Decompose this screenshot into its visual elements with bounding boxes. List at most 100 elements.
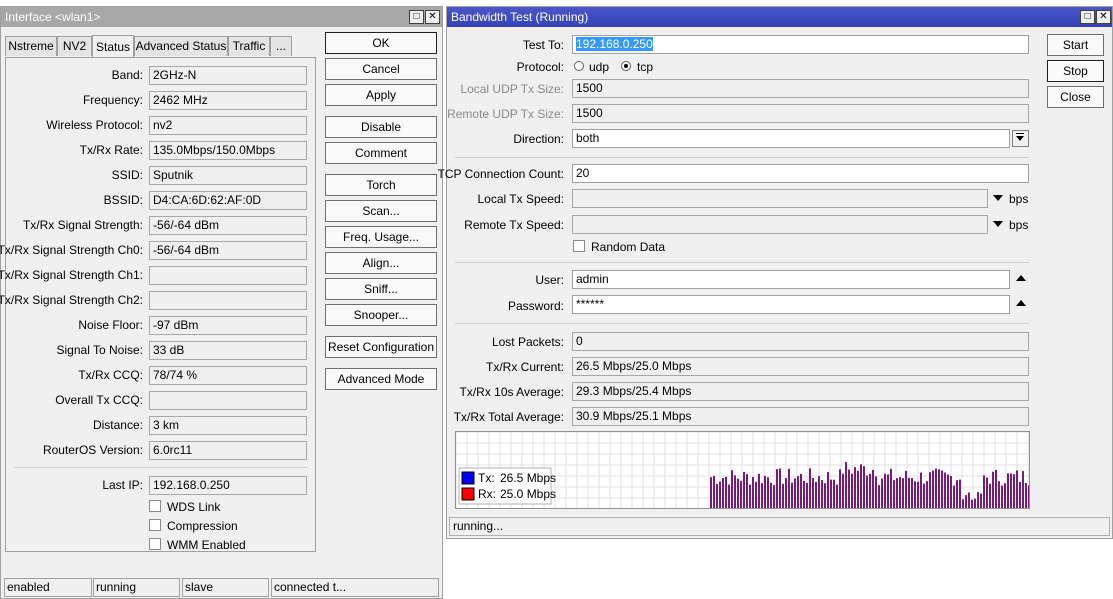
test-to-input[interactable]: 192.168.0.250: [572, 35, 1029, 54]
tx-legend-value: 26.5 Mbps: [500, 471, 556, 485]
scan-button[interactable]: Scan...: [325, 200, 437, 222]
rx-legend-swatch: [461, 487, 475, 501]
ssid-label: SSID:: [111, 168, 143, 182]
interface-window: Interface <wlan1> □ ✕ Nstreme NV2 Status…: [0, 6, 443, 599]
direction-dropdown-icon[interactable]: [1012, 130, 1029, 147]
traffic-bar: [1025, 482, 1027, 508]
interface-window-title: Interface <wlan1>: [5, 10, 101, 24]
section-divider-2: [455, 262, 1029, 263]
sniff-button[interactable]: Sniff...: [325, 278, 437, 300]
random-data-checkbox[interactable]: [573, 240, 585, 252]
traffic-bar: [800, 473, 802, 508]
txrx-10s-average-value: 29.3 Mbps/25.4 Mbps: [572, 382, 1029, 401]
compression-checkbox[interactable]: [149, 519, 161, 531]
traffic-bar: [920, 472, 922, 508]
traffic-bar: [809, 468, 811, 508]
traffic-bar: [1022, 471, 1024, 508]
reset-configuration-button[interactable]: Reset Configuration: [325, 336, 437, 358]
traffic-bar: [818, 476, 820, 508]
traffic-bar: [959, 479, 961, 508]
udp-radio[interactable]: [574, 61, 584, 71]
signal-strength-ch2-value: [149, 291, 307, 310]
tab-more[interactable]: ...: [270, 36, 292, 56]
traffic-bar: [716, 483, 718, 508]
remote-tx-speed-input[interactable]: [572, 215, 988, 234]
user-input[interactable]: admin: [572, 270, 1010, 289]
traffic-bar: [914, 481, 916, 508]
test-to-label: Test To:: [522, 38, 564, 52]
traffic-bar: [866, 475, 868, 508]
signal-to-noise-value: 33 dB: [149, 341, 307, 360]
traffic-bar: [947, 474, 949, 508]
remote-udp-tx-size-value: 1500: [572, 104, 1029, 123]
txrx-total-average-label: Tx/Rx Total Average:: [453, 410, 564, 424]
bandwidth-test-title: Bandwidth Test (Running): [451, 10, 589, 24]
traffic-bar: [1007, 473, 1009, 508]
signal-strength-ch2-label: Tx/Rx Signal Strength Ch2:: [0, 293, 143, 307]
wds-link-checkbox[interactable]: [149, 500, 161, 512]
minimize-button[interactable]: □: [409, 10, 424, 24]
direction-select[interactable]: both: [572, 129, 1010, 148]
direction-label: Direction:: [513, 132, 564, 146]
freq-usage-button[interactable]: Freq. Usage...: [325, 226, 437, 248]
traffic-bar: [983, 475, 985, 508]
traffic-bar: [791, 482, 793, 508]
stop-button[interactable]: Stop: [1047, 60, 1104, 82]
tab-status[interactable]: Status: [92, 35, 134, 57]
minimize-button[interactable]: □: [1080, 10, 1095, 24]
traffic-bar: [782, 483, 784, 508]
traffic-bar: [815, 481, 817, 508]
user-collapse-icon[interactable]: [1016, 275, 1026, 281]
traffic-bar: [740, 480, 742, 508]
signal-strength-value: -56/-64 dBm: [149, 216, 307, 235]
signal-to-noise-label: Signal To Noise:: [56, 343, 144, 357]
password-input[interactable]: ******: [572, 295, 1010, 314]
overall-tx-ccq-value: [149, 391, 307, 410]
tab-traffic[interactable]: Traffic: [228, 36, 270, 56]
ok-button[interactable]: OK: [325, 32, 437, 54]
band-value: 2GHz-N: [149, 66, 307, 85]
close-button[interactable]: ✕: [1096, 10, 1111, 24]
apply-button[interactable]: Apply: [325, 84, 437, 106]
traffic-bar: [725, 476, 727, 508]
cancel-button[interactable]: Cancel: [325, 58, 437, 80]
tab-advanced-status[interactable]: Advanced Status: [134, 36, 228, 56]
traffic-bar: [728, 484, 730, 508]
local-tx-speed-dropdown-icon[interactable]: [993, 195, 1003, 201]
traffic-bar: [1004, 483, 1006, 508]
snooper-button[interactable]: Snooper...: [325, 304, 437, 326]
frequency-label: Frequency:: [82, 93, 143, 107]
password-collapse-icon[interactable]: [1016, 300, 1026, 306]
wds-link-label: WDS Link: [167, 500, 221, 514]
remote-tx-speed-dropdown-icon[interactable]: [993, 221, 1003, 227]
close-button[interactable]: ✕: [425, 10, 440, 24]
tab-nstreme[interactable]: Nstreme: [5, 36, 57, 56]
traffic-bar: [788, 468, 790, 508]
status-enabled: enabled: [4, 578, 92, 597]
torch-button[interactable]: Torch: [325, 174, 437, 196]
traffic-bar: [1028, 485, 1029, 508]
wmm-enabled-checkbox[interactable]: [149, 538, 161, 550]
bandwidth-test-titlebar[interactable]: Bandwidth Test (Running): [447, 7, 1112, 27]
close-button-bw[interactable]: Close: [1047, 86, 1104, 108]
traffic-bar: [905, 470, 907, 508]
signal-strength-ch0-label: Tx/Rx Signal Strength Ch0:: [0, 243, 143, 257]
traffic-bar: [971, 499, 973, 508]
advanced-mode-button[interactable]: Advanced Mode: [325, 368, 437, 390]
start-button[interactable]: Start: [1047, 34, 1104, 56]
align-button[interactable]: Align...: [325, 252, 437, 274]
noise-floor-value: -97 dBm: [149, 316, 307, 335]
traffic-bar: [737, 478, 739, 508]
interface-window-titlebar[interactable]: Interface <wlan1>: [1, 7, 442, 27]
local-tx-speed-input[interactable]: [572, 189, 988, 208]
frequency-value: 2462 MHz: [149, 91, 307, 110]
traffic-bar: [890, 468, 892, 508]
tcp-radio[interactable]: [621, 61, 631, 71]
comment-button[interactable]: Comment: [325, 142, 437, 164]
bandwidth-test-window: Bandwidth Test (Running) □ ✕ Test To: 19…: [437, 6, 1113, 539]
tab-nv2[interactable]: NV2: [57, 36, 92, 56]
tcp-connection-count-input[interactable]: 20: [572, 164, 1029, 183]
disable-button[interactable]: Disable: [325, 116, 437, 138]
traffic-bar: [908, 477, 910, 508]
user-label: User:: [535, 273, 564, 287]
